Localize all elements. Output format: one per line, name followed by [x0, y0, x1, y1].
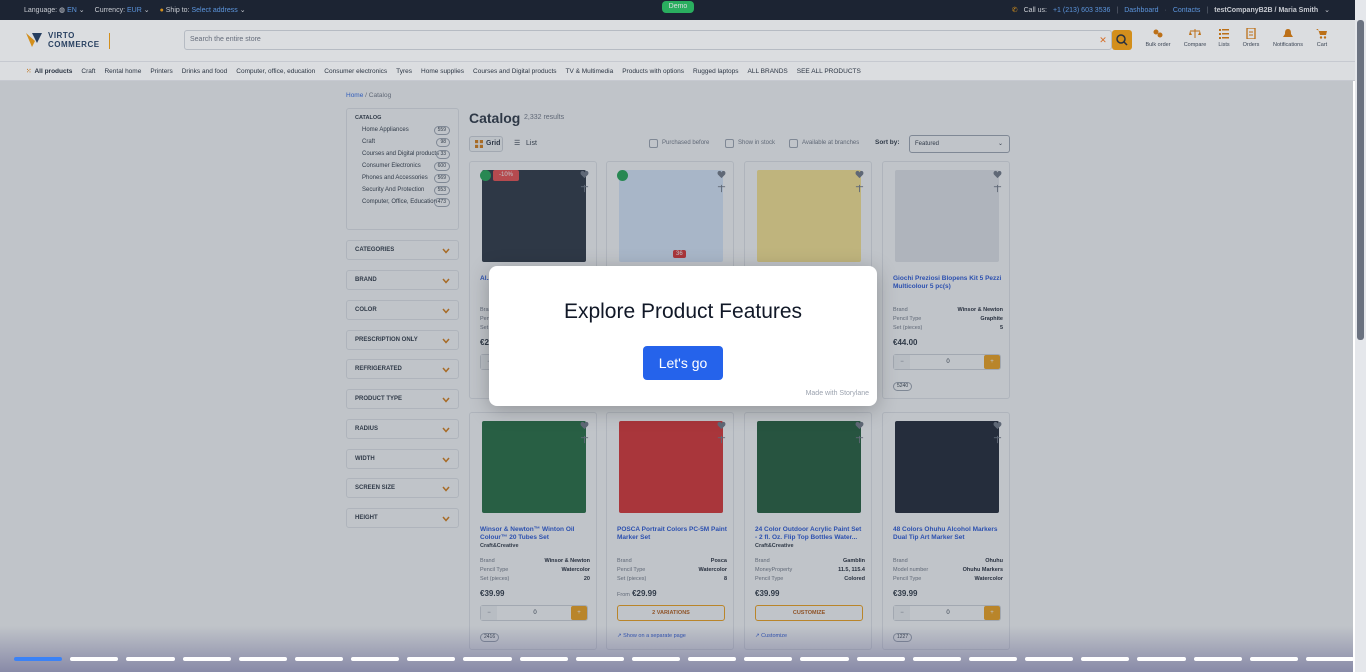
tour-modal: Explore Product Features Let's go Made w… [489, 266, 877, 406]
progress-segment [631, 657, 681, 661]
progress-segment [14, 657, 63, 661]
lets-go-button[interactable]: Let's go [643, 346, 723, 380]
progress-segment [968, 657, 1018, 661]
bottom-fade [0, 626, 1353, 672]
progress-segment [407, 657, 456, 661]
progress-segment [70, 657, 119, 661]
storylane-credit[interactable]: Made with Storylane [806, 390, 869, 397]
progress-segment [294, 657, 344, 661]
progress-segment [800, 657, 849, 661]
modal-title: Explore Product Features [563, 300, 803, 323]
progress-segment [688, 657, 737, 661]
progress-segment [856, 657, 905, 661]
progress-segment [1193, 657, 1242, 661]
progress-segment [351, 657, 400, 661]
progress-segment [744, 657, 793, 661]
progress-segment [575, 657, 624, 661]
progress-segment [912, 657, 961, 661]
progress-segment [238, 657, 287, 661]
progress-segment [1081, 657, 1130, 661]
tour-progress [14, 657, 1355, 662]
progress-segment [463, 657, 512, 661]
progress-segment [1137, 657, 1186, 661]
scrollbar-thumb[interactable] [1357, 20, 1364, 340]
progress-segment [126, 657, 175, 661]
progress-segment [182, 657, 231, 661]
progress-segment [519, 657, 568, 661]
progress-segment [1249, 657, 1298, 661]
progress-segment [1305, 657, 1355, 661]
page: Language: ◍ EN ⌄ Currency: EUR ⌄ ● Ship … [0, 0, 1366, 672]
modal-backdrop-top [0, 0, 1366, 81]
progress-segment [1025, 657, 1074, 661]
